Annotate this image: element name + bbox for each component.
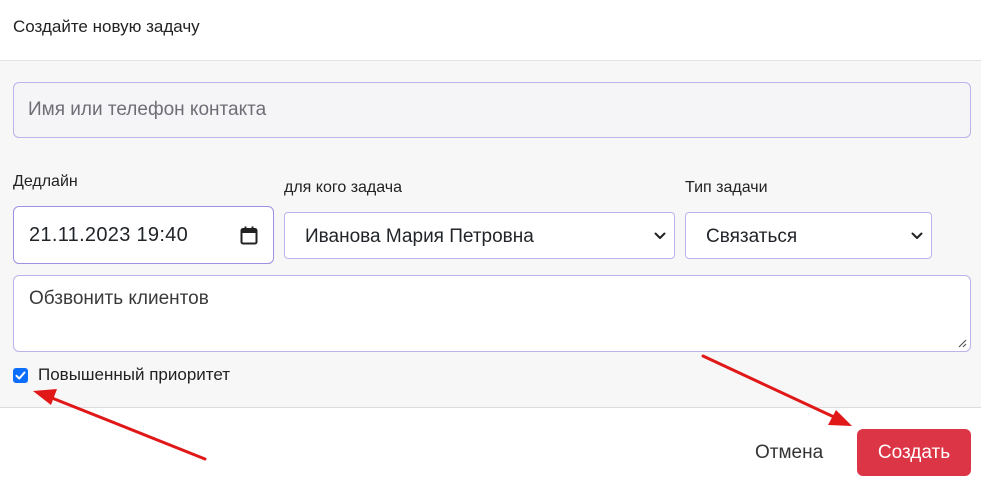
calendar-icon[interactable]: [240, 226, 258, 245]
deadline-datetime-input[interactable]: 21.11.2023 19:40: [13, 206, 274, 264]
assignee-value: Иванова Мария Петровна: [305, 226, 534, 247]
task-description-textarea[interactable]: Обзвонить клиентов: [13, 275, 971, 352]
assignee-select[interactable]: Иванова Мария Петровна: [284, 212, 675, 259]
task-type-value: Связаться: [706, 226, 798, 247]
modal-header: Создайте новую задачу: [0, 0, 981, 61]
contact-search-input[interactable]: [13, 82, 971, 138]
task-type-label: Тип задачи: [685, 179, 768, 196]
chevron-down-icon: [654, 232, 666, 239]
deadline-label: Дедлайн: [13, 173, 78, 190]
cancel-button[interactable]: Отмена: [745, 438, 833, 468]
priority-checkbox[interactable]: [13, 368, 28, 383]
create-button[interactable]: Создать: [857, 429, 971, 476]
priority-checkbox-label[interactable]: Повышенный приоритет: [38, 365, 230, 385]
checkmark-icon: [15, 371, 26, 380]
chevron-down-icon: [911, 232, 923, 239]
assignee-label: для кого задача: [284, 179, 403, 196]
task-description-value: Обзвонить клиентов: [29, 288, 209, 309]
modal-body: Дедлайн для кого задача Тип задачи 21.11…: [0, 61, 981, 408]
task-type-select[interactable]: Связаться: [685, 212, 932, 259]
modal-title: Создайте новую задачу: [13, 17, 200, 36]
deadline-value: 21.11.2023 19:40: [29, 224, 189, 246]
resize-handle-icon[interactable]: [957, 338, 967, 348]
